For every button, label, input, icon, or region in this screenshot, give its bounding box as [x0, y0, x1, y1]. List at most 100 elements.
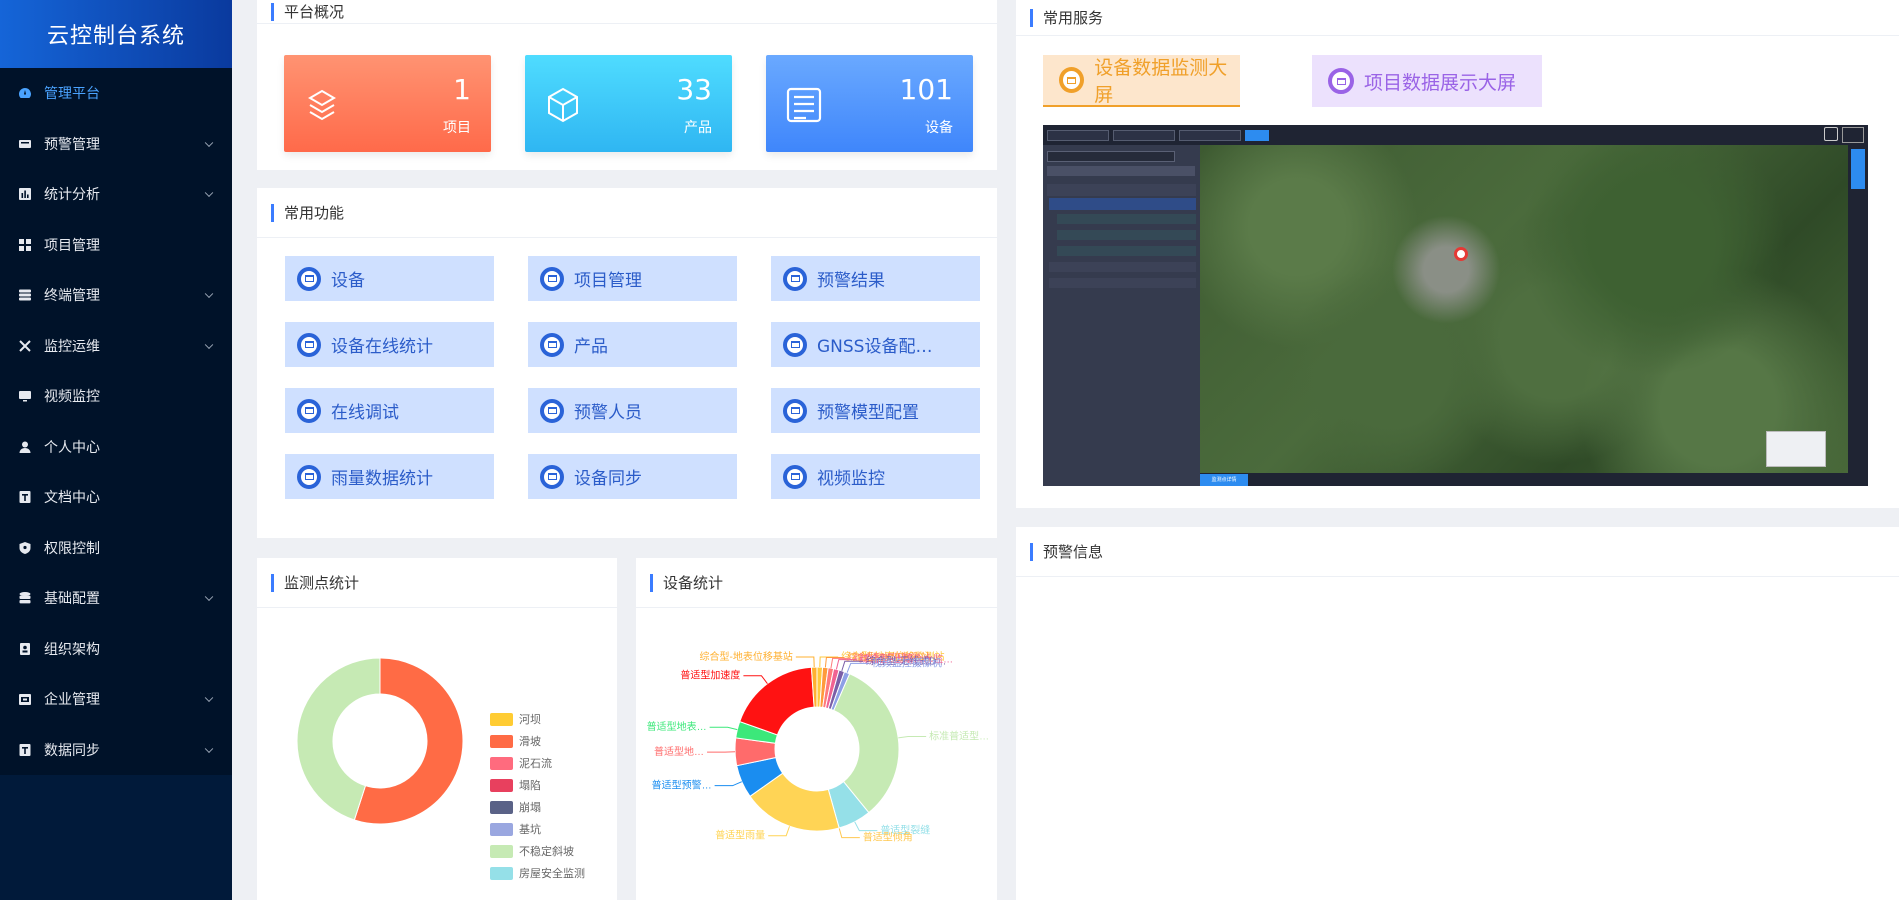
legend-item[interactable]: 塌陷 [490, 774, 585, 796]
server-icon [18, 288, 32, 302]
sidebar-item-label: 企业管理 [44, 692, 100, 709]
function-button-0[interactable]: 设备 [285, 256, 494, 301]
legend-item[interactable]: 河坝 [490, 708, 585, 730]
slice-label: 普适型倾角 [863, 831, 913, 844]
function-icon [540, 398, 564, 423]
label-leader-line [898, 735, 927, 739]
function-label: 预警人员 [574, 403, 642, 423]
warning-panel: 预警信息 [1016, 527, 1899, 900]
function-icon [297, 398, 321, 423]
function-button-11[interactable]: 视频监控 [771, 454, 980, 499]
sidebar-item-8[interactable]: 文档中心 [0, 472, 232, 523]
overview-title: 平台概况 [257, 0, 997, 24]
sidebar-item-0[interactable]: 管理平台 [0, 68, 232, 119]
function-button-8[interactable]: 预警模型配置 [771, 388, 980, 433]
legend-item[interactable]: 房屋安全监测 [490, 862, 585, 884]
legend-label: 滑坡 [519, 735, 541, 748]
overview-card-1[interactable]: 33 产品 [525, 55, 732, 152]
sidebar-item-7[interactable]: 个人中心 [0, 422, 232, 473]
user-icon [18, 440, 32, 454]
legend-item[interactable]: 泥石流 [490, 752, 585, 774]
slice-label: 标准普适型… [929, 729, 989, 742]
chevron-down-icon [204, 592, 214, 602]
sidebar-item-2[interactable]: 统计分析 [0, 169, 232, 220]
sidebar-item-1[interactable]: 预警管理 [0, 119, 232, 170]
document-icon [18, 490, 32, 504]
sidebar-item-10[interactable]: 基础配置 [0, 573, 232, 624]
sidebar-item-label: 管理平台 [44, 86, 100, 103]
sync-icon [18, 743, 32, 757]
grid-icon [18, 238, 32, 252]
label-leader-line [838, 827, 860, 839]
legend-label: 泥石流 [519, 757, 552, 770]
device-monitor-screen-button[interactable]: 设备数据监测大屏 [1043, 55, 1240, 107]
legend-label: 不稳定斜坡 [519, 845, 574, 858]
donut-slice[interactable] [739, 666, 815, 736]
legend-item[interactable]: 崩塌 [490, 796, 585, 818]
legend-label: 房屋安全监测 [519, 867, 585, 880]
warning-title: 预警信息 [1016, 527, 1899, 577]
monitor-icon [18, 389, 32, 403]
function-label: 项目管理 [574, 271, 642, 291]
sidebar-item-13[interactable]: 数据同步 [0, 725, 232, 776]
monitor-stats-title: 监测点统计 [257, 558, 617, 608]
sidebar-item-11[interactable]: 组织架构 [0, 624, 232, 675]
preview-detail-tab[interactable]: 监测点详情 [1200, 474, 1248, 486]
project-display-screen-button[interactable]: 项目数据展示大屏 [1312, 55, 1542, 107]
function-icon [540, 266, 564, 291]
sidebar: 云控制台系统 管理平台 预警管理 统计分析 项目管理 终端管理 监控运维 视频监控 个人中心文… [0, 0, 232, 900]
project-display-screen-label: 项目数据展示大屏 [1364, 71, 1517, 94]
sidebar-item-label: 监控运维 [44, 338, 100, 355]
sidebar-item-3[interactable]: 项目管理 [0, 220, 232, 271]
sidebar-item-4[interactable]: 终端管理 [0, 270, 232, 321]
legend-item[interactable]: 不稳定斜坡 [490, 840, 585, 862]
dashboard-icon [18, 86, 32, 100]
function-icon [783, 332, 807, 357]
slice-label: 普适型地… [654, 745, 704, 758]
sidebar-item-label: 权限控制 [44, 540, 100, 557]
sidebar-menu: 管理平台预警管理统计分析 项目管理 终端管理监控运维视频监控个人中心文档中心权限控制… [0, 68, 232, 775]
chevron-down-icon [204, 188, 214, 198]
legend-item[interactable]: 滑坡 [490, 730, 585, 752]
function-icon [297, 464, 321, 489]
screen-icon [1328, 68, 1354, 94]
sidebar-item-5[interactable]: 监控运维 [0, 321, 232, 372]
slice-label: 视频监控摄像机 [872, 656, 942, 669]
screen-preview[interactable]: 监测点详情 [1043, 125, 1868, 486]
slice-label: 普适型预警… [652, 779, 712, 792]
function-button-1[interactable]: 项目管理 [528, 256, 737, 301]
function-label: 雨量数据统计 [331, 469, 433, 489]
sidebar-item-label: 文档中心 [44, 490, 100, 507]
overview-card-0[interactable]: 1 项目 [284, 55, 491, 152]
function-button-10[interactable]: 设备同步 [528, 454, 737, 499]
overview-card-2[interactable]: 101 设备 [766, 55, 973, 152]
sidebar-item-6[interactable]: 视频监控 [0, 371, 232, 422]
legend-swatch [490, 778, 513, 792]
monitor-stats-panel: 监测点统计 河坝滑坡泥石流塌陷 崩塌基坑不稳定斜坡房屋安全监测 [257, 558, 617, 900]
function-button-9[interactable]: 雨量数据统计 [285, 454, 494, 499]
function-button-5[interactable]: GNSS设备配… [771, 322, 980, 367]
legend-item[interactable]: 基坑 [490, 818, 585, 840]
device-stats-title: 设备统计 [636, 558, 997, 608]
function-icon [540, 464, 564, 489]
function-button-2[interactable]: 预警结果 [771, 256, 980, 301]
slice-label: 普适型雨量 [715, 829, 765, 842]
function-button-3[interactable]: 设备在线统计 [285, 322, 494, 367]
function-button-6[interactable]: 在线调试 [285, 388, 494, 433]
preview-right-strip [1848, 145, 1868, 486]
sidebar-item-label: 视频监控 [44, 389, 100, 406]
function-icon [297, 332, 321, 357]
layers-icon [302, 85, 342, 125]
map-marker-icon[interactable] [1454, 247, 1468, 261]
device-stats-donut-chart: 综合型-地表位移监测站综合型-水位监测站综合型-裂缝仪综合型-土壤含水监…综合型… [647, 650, 990, 844]
sidebar-item-label: 预警管理 [44, 136, 100, 153]
legend-label: 基坑 [519, 823, 541, 836]
label-leader-line [768, 826, 791, 837]
sidebar-item-12[interactable]: 企业管理 [0, 674, 232, 725]
label-leader-line [854, 821, 878, 832]
function-button-7[interactable]: 预警人员 [528, 388, 737, 433]
function-icon [783, 398, 807, 423]
function-button-4[interactable]: 产品 [528, 322, 737, 367]
function-label: 设备在线统计 [331, 337, 433, 357]
sidebar-item-9[interactable]: 权限控制 [0, 523, 232, 574]
